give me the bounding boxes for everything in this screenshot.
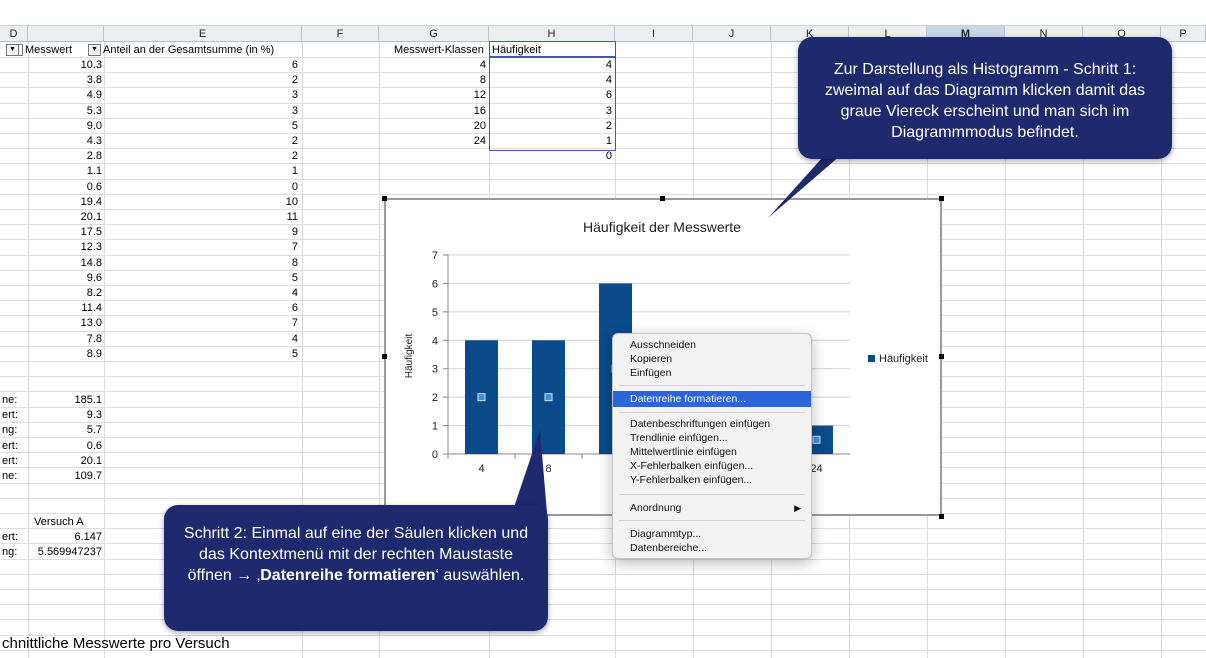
callout-step2: Schritt 2: Einmal auf eine der Säulen kl… <box>164 505 548 631</box>
spreadsheet[interactable]: D E F G H I J K L M N O P ▼Messwert ▼Ant… <box>0 0 1206 658</box>
callout-text: ‘ auswählen. <box>435 567 525 584</box>
callout-step1: Zur Darstellung als Histogramm - Schritt… <box>798 37 1172 159</box>
callout-bold-text: Datenreihe formatieren <box>260 567 436 584</box>
